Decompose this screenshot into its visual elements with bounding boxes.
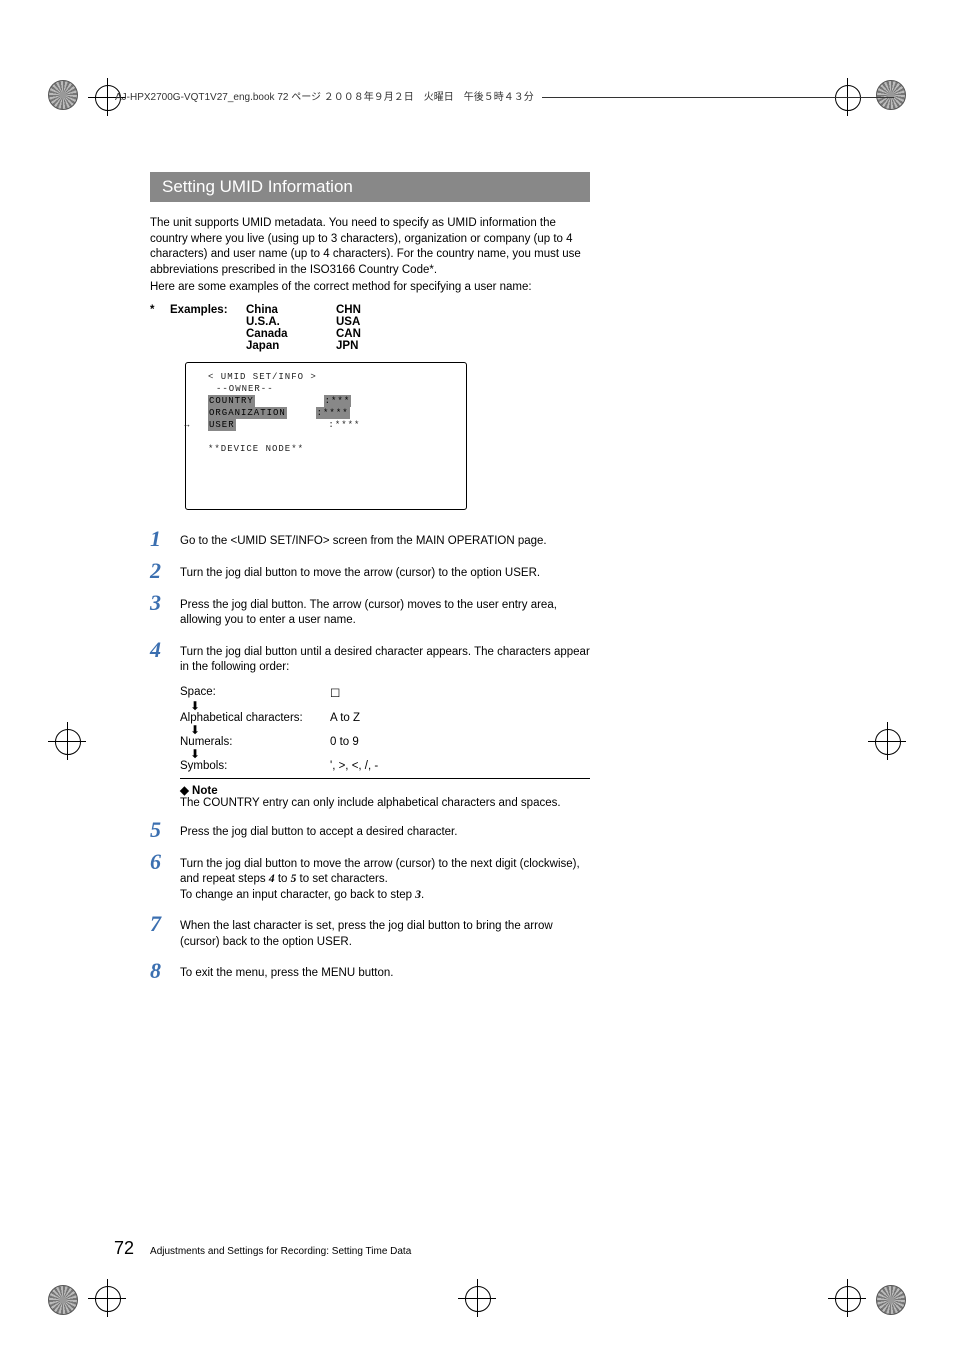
crop-mark [94,1285,120,1311]
intro-tail: Here are some examples of the correct me… [150,280,590,296]
note-body: The COUNTRY entry can only include alpha… [180,797,590,809]
step: 1 Go to the <UMID SET/INFO> screen from … [150,528,590,550]
step-text: Turn the jog dial button to move the arr… [180,851,590,904]
screen-field-label: COUNTRY [208,395,255,407]
step-number: 6 [150,851,180,873]
print-header-rule [542,97,894,98]
screen-owner: --OWNER-- [196,383,456,395]
step-number: 8 [150,960,180,982]
step: 5 Press the jog dial button to accept a … [150,819,590,841]
crop-mark [54,728,80,754]
screen-device-node: **DEVICE NODE** [196,443,456,455]
crop-rosette [876,1285,906,1315]
step-text: Press the jog dial button. The arrow (cu… [180,592,590,629]
example-code: JPN [336,340,396,352]
step-number: 2 [150,560,180,582]
step: 7 When the last character is set, press … [150,913,590,950]
page-number: 72 [114,1238,134,1259]
footer-path: Adjustments and Settings for Recording: … [150,1246,411,1257]
intro-paragraph: The unit supports UMID metadata. You nee… [150,216,590,278]
down-arrow-icon: ⬇ [190,748,590,760]
screen-field-label: ORGANIZATION [208,407,287,419]
example-country: Canada [246,328,336,340]
example-country: U.S.A. [246,316,336,328]
crop-mark [464,1285,490,1311]
screen-field-value: :**** [328,420,360,430]
examples-table: * Examples: China CHN U.S.A. USA Canada … [150,304,590,352]
screen-title: < UMID SET/INFO > [196,371,456,383]
step-text: Turn the jog dial button to move the arr… [180,560,590,582]
step-text: Turn the jog dial button until a desired… [180,639,590,676]
print-header: AJ-HPX2700G-VQT1V27_eng.book 72 ページ ２００８… [115,88,894,103]
step-number: 1 [150,528,180,550]
examples-marker: * [150,304,170,316]
note-block: ◆ Note The COUNTRY entry can only includ… [180,778,590,809]
screen-field-value: :**** [316,407,350,419]
step-number: 4 [150,639,180,661]
note-title: ◆ Note [180,783,590,797]
char-label: Space: [180,686,330,698]
steps-list: 1 Go to the <UMID SET/INFO> screen from … [150,528,590,676]
section-heading: Setting UMID Information [150,172,590,202]
character-order-table: Space:☐ ⬇ Alphabetical characters:A to Z… [180,686,590,772]
step-number: 7 [150,913,180,935]
page-content: Setting UMID Information The unit suppor… [150,172,590,992]
screen-field-value: :*** [324,395,352,407]
example-code: CAN [336,328,396,340]
char-value: ', >, <, /, - [330,760,420,772]
crop-mark [874,728,900,754]
down-arrow-icon: ⬇ [190,724,590,736]
char-value: A to Z [330,712,420,724]
lcd-screen-mock: < UMID SET/INFO > --OWNER-- COUNTRY :***… [185,362,467,510]
crop-mark [834,1285,860,1311]
down-arrow-icon: ⬇ [190,700,590,712]
step-text: When the last character is set, press th… [180,913,590,950]
step-number: 5 [150,819,180,841]
char-value: 0 to 9 [330,736,420,748]
step-text: Press the jog dial button to accept a de… [180,819,590,841]
example-code: CHN [336,304,396,316]
crop-rosette [48,1285,78,1315]
example-country: Japan [246,340,336,352]
step: 3 Press the jog dial button. The arrow (… [150,592,590,629]
print-header-text: AJ-HPX2700G-VQT1V27_eng.book 72 ページ ２００８… [115,88,534,103]
step-number: 3 [150,592,180,614]
screen-field-label: USER [208,419,236,431]
step: 8 To exit the menu, press the MENU butto… [150,960,590,982]
step-text: To exit the menu, press the MENU button. [180,960,590,982]
char-value: ☐ [330,686,420,700]
step: 2 Turn the jog dial button to move the a… [150,560,590,582]
char-label: Numerals: [180,736,330,748]
crop-rosette [48,80,78,110]
char-label: Alphabetical characters: [180,712,330,724]
char-label: Symbols: [180,760,330,772]
step: 4 Turn the jog dial button until a desir… [150,639,590,676]
example-country: China [246,304,336,316]
example-code: USA [336,316,396,328]
steps-list-cont: 5 Press the jog dial button to accept a … [150,819,590,983]
examples-label: Examples: [170,304,246,316]
step-text: Go to the <UMID SET/INFO> screen from th… [180,528,590,550]
step: 6 Turn the jog dial button to move the a… [150,851,590,904]
page-footer: 72 Adjustments and Settings for Recordin… [114,1238,411,1259]
